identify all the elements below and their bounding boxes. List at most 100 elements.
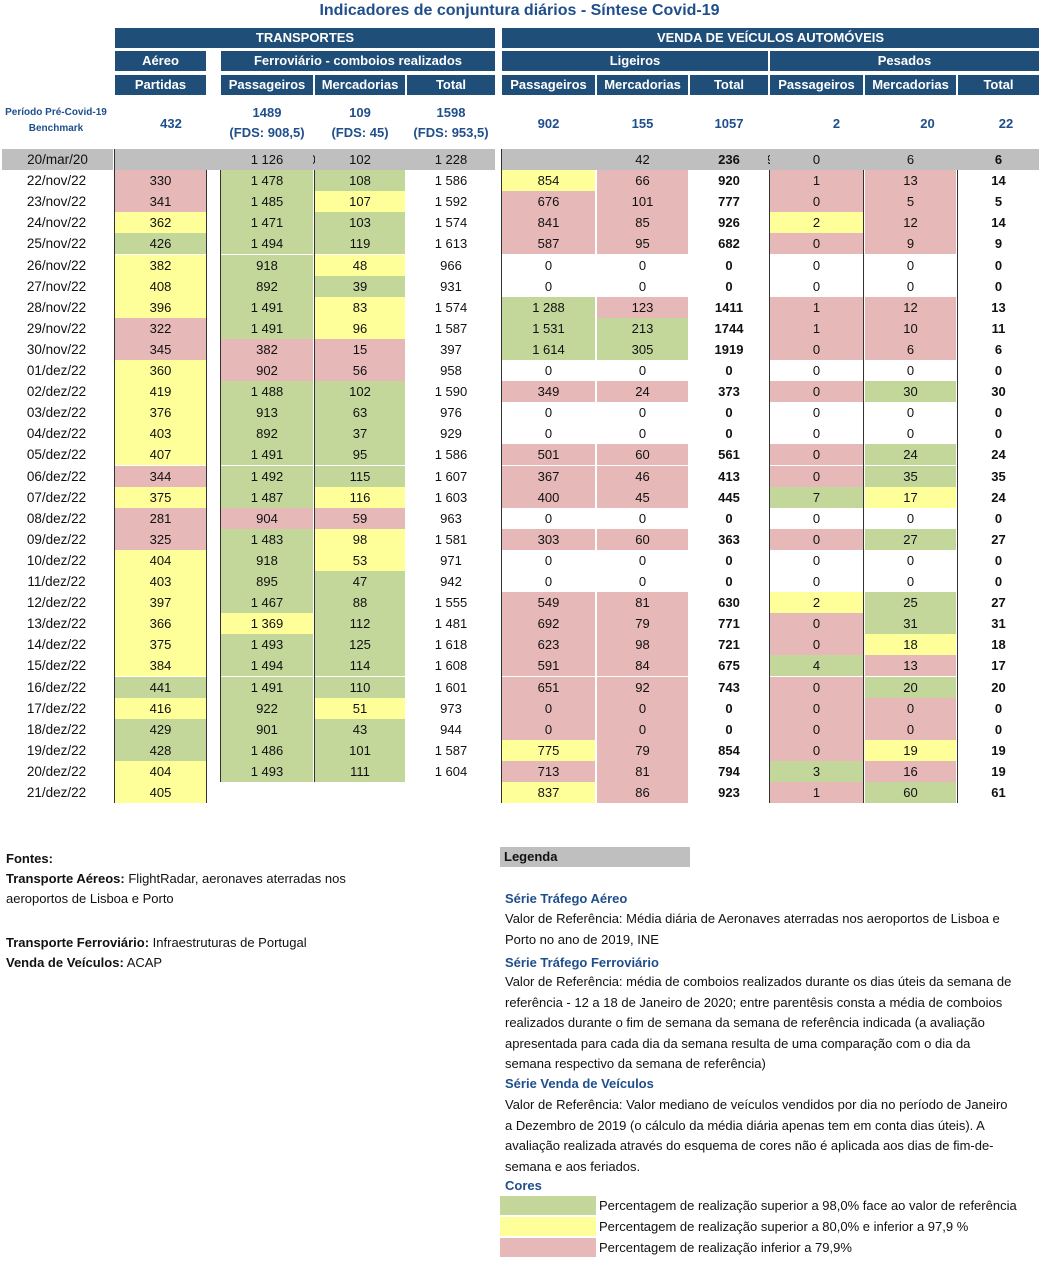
cell-f-passageiros: 1 491 — [221, 676, 313, 698]
row-date: 23/nov/22 — [26, 194, 87, 210]
cell-f-mercadorias: 63 — [315, 402, 405, 424]
cell-f-total: 966 — [440, 257, 462, 273]
cell-p-total: 31 — [991, 616, 1006, 632]
row-date: 21/dez/22 — [26, 785, 87, 800]
cell-l-passageiros: 775 — [502, 739, 595, 761]
cell-p-total: 13 — [991, 299, 1006, 315]
legend-s1-line: Valor de Referência: Média diária de Aer… — [505, 911, 1000, 926]
cell-p-mercadorias: 12 — [865, 296, 956, 318]
cell-aereo: 397 — [115, 592, 206, 614]
cell-l-total: 771 — [718, 616, 740, 632]
cell-aereo: 404 — [115, 760, 206, 782]
cell-p-mercadorias: 0 — [906, 510, 915, 526]
cell-f-passageiros: 1 491 — [221, 317, 313, 339]
cell-f-total: 1 608 — [434, 658, 468, 674]
benchmark-f-tot-value: 1598 — [436, 105, 466, 120]
cell-f-total: 1 481 — [434, 616, 468, 632]
cell-l-mercadorias: 46 — [597, 465, 688, 487]
legend-s1-line: Porto no ano de 2019, INE — [505, 931, 659, 947]
cell-l-mercadorias: 0 — [638, 257, 647, 273]
cell-f-mercadorias: 53 — [315, 549, 405, 571]
cell-l-total: 0 — [725, 721, 733, 737]
cell-l-passageiros: 0 — [502, 718, 595, 740]
header-l-mercadorias: Mercadorias — [597, 75, 688, 95]
row-date: 24/nov/22 — [26, 215, 87, 231]
cell-p-total: 5 — [994, 194, 1003, 210]
cell-f-total: 1 604 — [434, 763, 468, 779]
cell-aereo: 362 — [115, 212, 206, 234]
cell-l-mercadorias: 81 — [597, 760, 688, 782]
cell-p-mercadorias: 19 — [865, 739, 956, 761]
cell-f-mercadorias: 103 — [315, 212, 405, 234]
column-divider — [957, 170, 958, 804]
legend-s2-text: Valor de Referência: média de comboios r… — [505, 972, 1039, 1075]
benchmark-f-merc: 109 (FDS: 45) — [315, 103, 405, 143]
legend-s1-text: Valor de Referência: Média diária de Aer… — [505, 909, 1039, 950]
cell-l-total: 373 — [718, 384, 740, 400]
row-date: 20/dez/22 — [26, 763, 87, 779]
cell-p-total: 0 — [994, 700, 1003, 716]
cell-f-total — [407, 782, 495, 803]
cell-f-passageiros: 1 483 — [221, 528, 313, 550]
cell-l-total: 854 — [718, 742, 740, 758]
benchmark-f-pass: 1489 (FDS: 908,5) — [221, 103, 313, 143]
cell-p-passageiros: 2 — [770, 592, 863, 614]
cell-f-passageiros: 892 — [221, 275, 313, 297]
cell-aereo: 416 — [115, 697, 206, 719]
cell-l-passageiros: 303 — [502, 528, 595, 550]
cell-f-mercadorias: 108 — [315, 170, 405, 192]
cell-l-total: 721 — [718, 637, 740, 653]
cell-l-total: 920 — [718, 173, 740, 189]
cell-l-total: 630 — [718, 595, 740, 611]
cell-p-total: 0 — [994, 405, 1003, 421]
cell-l-total: 0 — [725, 700, 733, 716]
header-l-total: Total — [690, 75, 768, 95]
cell-l-mercadorias: 0 — [597, 697, 688, 719]
cell-f-mercadorias: 101 — [315, 739, 405, 761]
legend-red-text: Percentagem de realização inferior a 79,… — [599, 1240, 852, 1255]
cell-p-total: 24 — [991, 489, 1006, 505]
cell-p-total: 0 — [994, 510, 1003, 526]
cell-l-total: 926 — [718, 215, 740, 231]
cell-l-total: 236 — [690, 149, 768, 170]
cell-f-mercadorias: 83 — [315, 296, 405, 318]
cell-p-mercadorias: 31 — [865, 613, 956, 635]
cell-f-passageiros: 1 126 — [221, 149, 313, 170]
cell-f-total: 963 — [440, 510, 462, 526]
cell-p-mercadorias: 60 — [865, 782, 956, 803]
cell-p-passageiros: 1 — [770, 782, 863, 803]
legend-s3-line: Valor de Referência: Valor mediano de ve… — [505, 1097, 1008, 1112]
cell-p-mercadorias: 0 — [906, 574, 915, 589]
row-date: 17/dez/22 — [26, 700, 87, 716]
cell-p-passageiros: 0 — [770, 676, 863, 698]
benchmark-f-tot: 1598 (FDS: 953,5) — [407, 103, 495, 143]
benchmark-l-pass: 902 — [537, 116, 560, 131]
cell-f-total: 1 555 — [434, 595, 468, 611]
row-date: 06/dez/22 — [26, 468, 87, 484]
cell-f-total: 931 — [440, 278, 462, 294]
cell-l-total: 1919 — [714, 341, 744, 357]
header-f-passageiros: Passageiros — [221, 75, 313, 95]
cell-p-passageiros: 0 — [770, 528, 863, 550]
cell-l-total: 794 — [718, 763, 740, 779]
row-date: 15/dez/22 — [26, 658, 87, 674]
cell-l-total: 675 — [718, 658, 740, 674]
column-divider — [114, 149, 115, 804]
cell-p-total: 17 — [991, 658, 1006, 674]
cell-f-passageiros: 918 — [221, 254, 313, 276]
cell-p-mercadorias: 0 — [906, 257, 915, 273]
cell-l-passageiros: 549 — [502, 592, 595, 614]
cell-p-mercadorias: 17 — [865, 486, 956, 508]
cell-f-total: 1 613 — [434, 236, 468, 252]
cell-f-mercadorias: 107 — [315, 191, 405, 213]
cell-aereo: 281 — [115, 507, 206, 529]
cell-p-passageiros: 2 — [770, 212, 863, 234]
cell-l-mercadorias: 66 — [597, 170, 688, 192]
cell-l-total: 561 — [718, 447, 740, 463]
cell-f-total: 971 — [440, 552, 462, 568]
cell-f-total: 944 — [440, 721, 462, 737]
cell-l-mercadorias: 123 — [597, 296, 688, 318]
cell-f-mercadorias: 112 — [315, 613, 405, 635]
cell-f-passageiros: 1 488 — [221, 381, 313, 403]
row-date: 01/dez/22 — [26, 363, 87, 378]
